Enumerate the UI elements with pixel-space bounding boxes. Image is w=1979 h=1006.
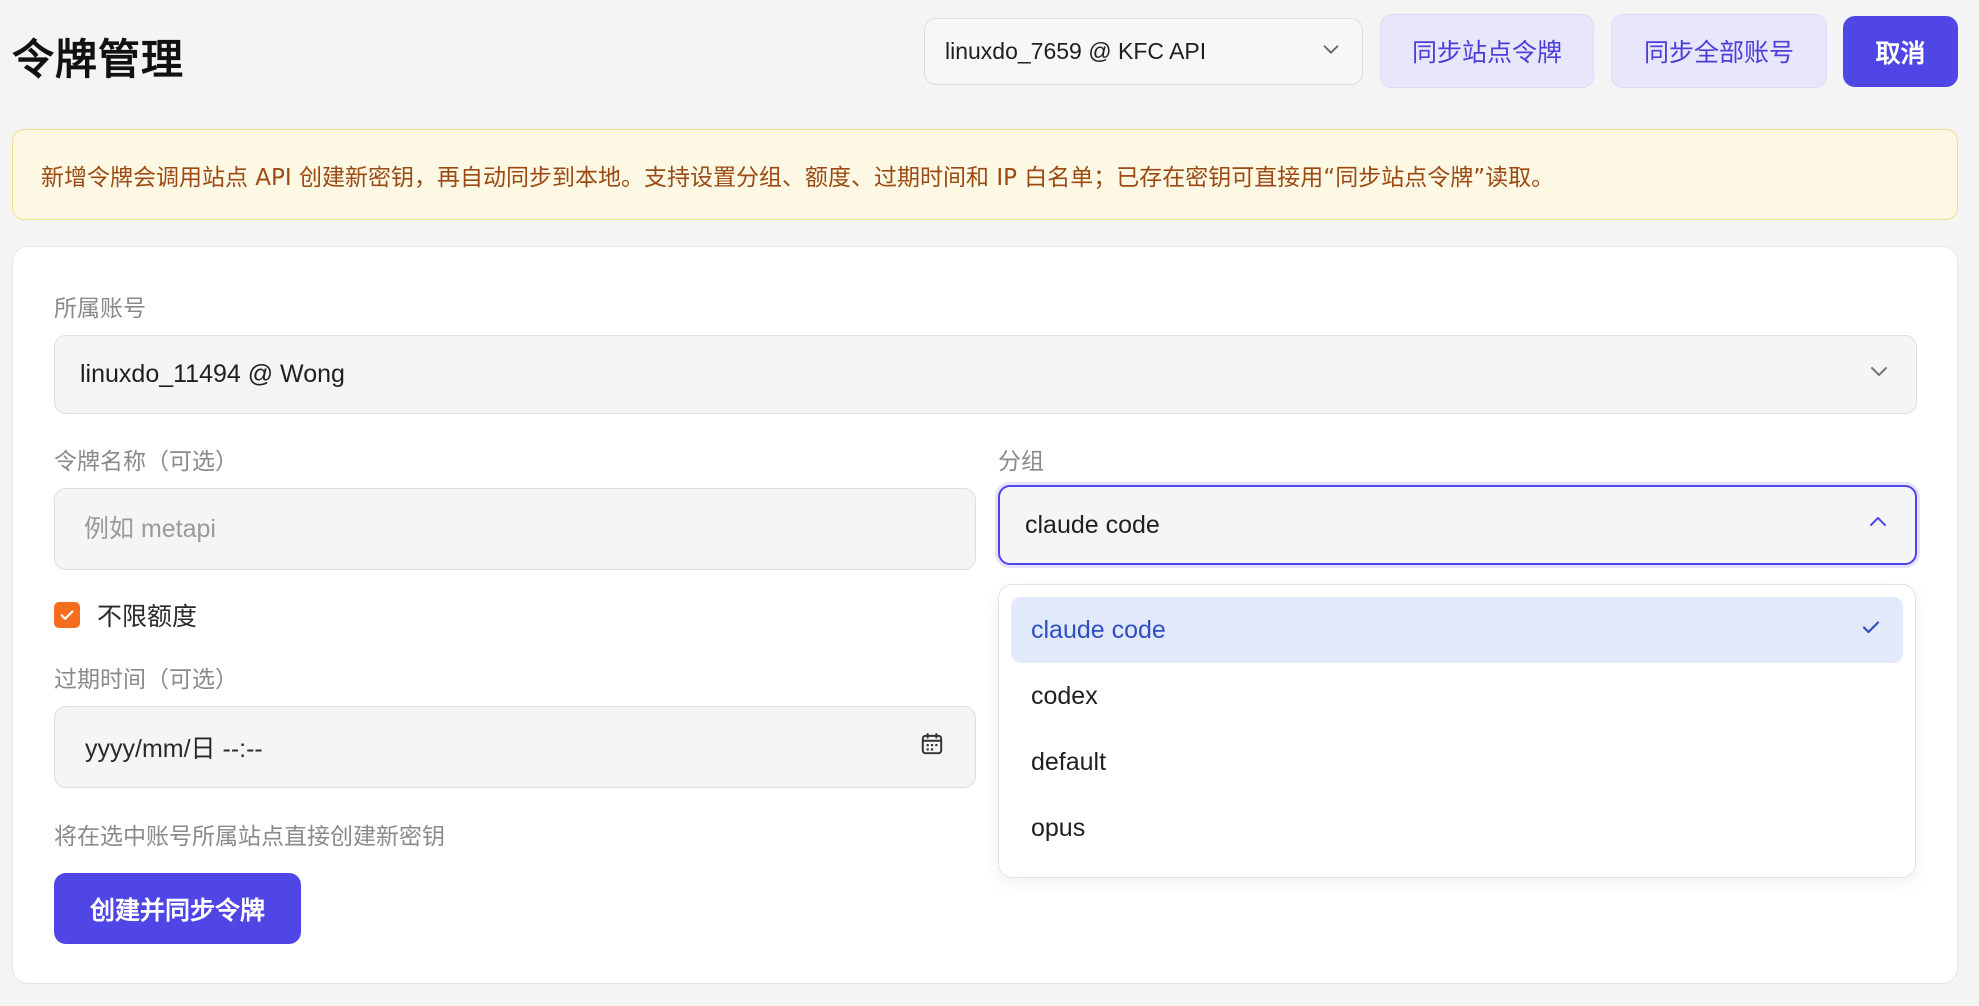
group-option-opus[interactable]: opus: [1011, 795, 1903, 861]
group-select[interactable]: claude code: [998, 485, 1917, 565]
check-icon: [1859, 615, 1883, 646]
group-select-value: claude code: [1025, 510, 1160, 539]
chevron-up-icon: [1866, 510, 1890, 541]
expiry-datetime-input[interactable]: yyyy/mm/日 --:--: [54, 706, 976, 788]
unlimited-quota-checkbox[interactable]: [54, 602, 80, 628]
expiry-label: 过期时间（可选）: [54, 667, 238, 693]
option-label: codex: [1031, 681, 1098, 710]
create-hint: 将在选中账号所属站点直接创建新密钥: [54, 824, 445, 850]
chevron-down-icon: [1867, 359, 1891, 390]
group-dropdown-menu: claude code codex default opus: [998, 584, 1916, 878]
group-option-claude-code[interactable]: claude code: [1011, 597, 1903, 663]
group-label: 分组: [998, 449, 1044, 475]
owner-account-select[interactable]: linuxdo_11494 @ Wong: [54, 335, 1917, 414]
expiry-placeholder: yyyy/mm/日 --:--: [85, 735, 263, 763]
calendar-icon[interactable]: [919, 731, 945, 764]
token-name-input[interactable]: [84, 514, 946, 544]
option-label: opus: [1031, 813, 1086, 842]
unlimited-quota-row: 不限额度: [54, 597, 197, 633]
account-selector-value: linuxdo_7659 @ KFC API: [945, 38, 1207, 64]
option-label: claude code: [1031, 615, 1166, 644]
create-and-sync-button[interactable]: 创建并同步令牌: [54, 873, 301, 944]
account-selector[interactable]: linuxdo_7659 @ KFC API: [924, 18, 1363, 85]
token-name-label: 令牌名称（可选）: [54, 449, 238, 475]
unlimited-quota-label: 不限额度: [97, 602, 198, 631]
info-notice: 新增令牌会调用站点 API 创建新密钥，再自动同步到本地。支持设置分组、额度、过…: [12, 129, 1958, 220]
cancel-button[interactable]: 取消: [1843, 16, 1958, 87]
page-title: 令牌管理: [12, 35, 185, 84]
group-option-codex[interactable]: codex: [1011, 663, 1903, 729]
owner-label: 所属账号: [54, 296, 146, 322]
owner-account-value: linuxdo_11494 @ Wong: [80, 360, 345, 388]
check-icon: [60, 610, 74, 620]
notice-text: 新增令牌会调用站点 API 创建新密钥，再自动同步到本地。支持设置分组、额度、过…: [41, 164, 1555, 191]
group-option-default[interactable]: default: [1011, 729, 1903, 795]
chevron-down-icon: [1320, 38, 1342, 66]
sync-all-accounts-button[interactable]: 同步全部账号: [1611, 14, 1827, 88]
option-label: default: [1031, 747, 1107, 776]
token-management-page: 令牌管理 linuxdo_7659 @ KFC API 同步站点令牌 同步全部账…: [0, 0, 1979, 1006]
sync-site-tokens-button[interactable]: 同步站点令牌: [1380, 14, 1594, 88]
token-name-field: [54, 488, 976, 570]
